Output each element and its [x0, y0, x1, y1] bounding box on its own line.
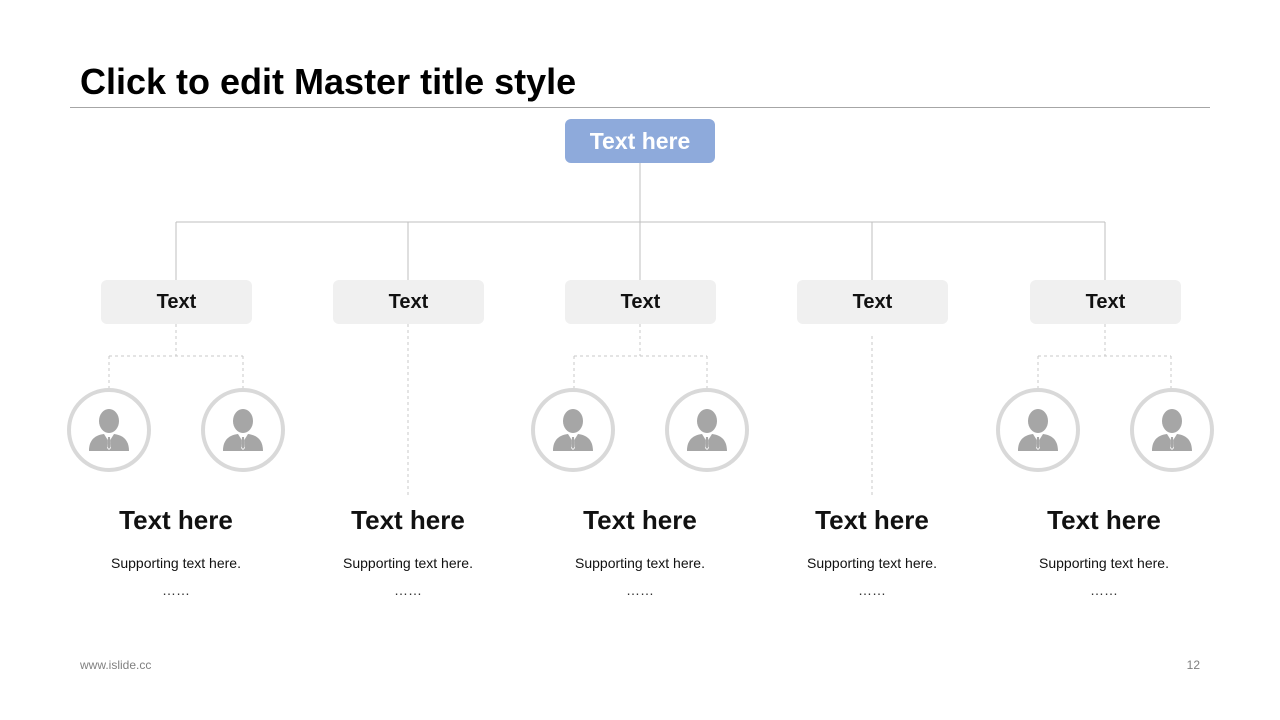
branch-node-5: Text: [1030, 280, 1181, 324]
branch-ellipsis: ……: [626, 582, 654, 598]
branch-supporting-text: Supporting text here.: [575, 555, 705, 571]
avatar-connector: [573, 324, 708, 388]
branch-ellipsis: ……: [1090, 582, 1118, 598]
branch-supporting-text: Supporting text here.: [343, 555, 473, 571]
avatar: [531, 388, 615, 472]
branch-node-4: Text: [797, 280, 948, 324]
footer-website: www.islide.cc: [80, 658, 152, 672]
avatar-connector: [1037, 324, 1172, 388]
branch-supporting-text: Supporting text here.: [807, 555, 937, 571]
branch-heading: Text here: [351, 505, 465, 535]
person-icon: [1152, 409, 1192, 451]
avatar: [67, 388, 151, 472]
branch-heading: Text here: [1047, 505, 1161, 535]
branch-supporting-text: Supporting text here.: [1039, 555, 1169, 571]
avatar-connector: [108, 324, 244, 388]
branch-node-1: Text: [101, 280, 252, 324]
branch-node-2: Text: [333, 280, 484, 324]
person-icon: [89, 409, 129, 451]
branch-ellipsis: ……: [394, 582, 422, 598]
avatar: [996, 388, 1080, 472]
person-icon: [687, 409, 727, 451]
branch-heading: Text here: [815, 505, 929, 535]
connector-lines: [108, 163, 1172, 496]
root-node: Text here: [565, 119, 715, 163]
avatar: [201, 388, 285, 472]
page-number: 12: [1186, 658, 1200, 672]
branch-heading: Text here: [583, 505, 697, 535]
person-icon: [553, 409, 593, 451]
branch-ellipsis: ……: [858, 582, 886, 598]
branch-ellipsis: ……: [162, 582, 190, 598]
avatar: [1130, 388, 1214, 472]
branch-supporting-text: Supporting text here.: [111, 555, 241, 571]
person-icon: [1018, 409, 1058, 451]
branch-heading: Text here: [119, 505, 233, 535]
person-icon: [223, 409, 263, 451]
avatar: [665, 388, 749, 472]
branch-node-3: Text: [565, 280, 716, 324]
